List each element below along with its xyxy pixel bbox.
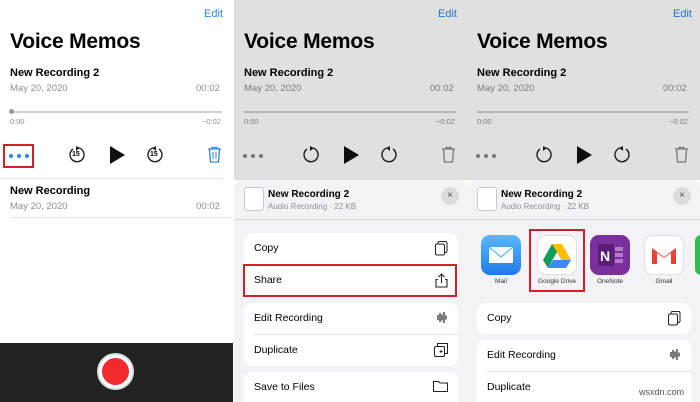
action-edit-recording[interactable]: Edit Recording	[477, 340, 691, 371]
skip-back-15-icon	[536, 146, 552, 163]
recording-name: New Recording 2	[477, 67, 567, 79]
recording-duration-2: 00:02	[196, 201, 220, 212]
panel-share-actions: Edit Voice Memos New Recording 2 May 20,…	[234, 0, 467, 402]
recording-duration: 00:02	[196, 83, 220, 94]
close-button[interactable]: ×	[673, 187, 691, 205]
panel-share-apps: Edit Voice Memos New Recording 2 May 20,…	[467, 0, 700, 402]
app-onenote[interactable]: N	[590, 235, 630, 275]
skip-back-15-icon	[303, 146, 319, 163]
action-save-to-files[interactable]: Save to Files	[244, 372, 458, 402]
action-copy[interactable]: Copy	[477, 303, 691, 334]
onenote-icon: N	[598, 244, 623, 266]
play-icon	[344, 146, 359, 164]
recording-duration: 00:02	[663, 83, 687, 94]
action-label: Save to Files	[254, 381, 315, 393]
edit-button[interactable]: Edit	[204, 8, 223, 20]
panel-recordings-list: Edit Voice Memos New Recording 2 May 20,…	[0, 0, 233, 402]
playback-scrubber	[477, 111, 689, 113]
action-edit-recording[interactable]: Edit Recording	[244, 303, 458, 334]
waveform-icon	[437, 312, 447, 323]
action-label: Duplicate	[487, 381, 531, 393]
more-options-icon	[243, 154, 263, 158]
audio-file-icon	[244, 187, 264, 211]
app-label-onenote: OneNote	[596, 278, 624, 285]
remaining-time: −0:02	[669, 117, 688, 126]
recording-name: New Recording 2	[244, 67, 334, 79]
scrubber-knob[interactable]	[9, 109, 14, 114]
edit-button[interactable]: Edit	[438, 8, 457, 20]
svg-text:N: N	[600, 248, 610, 264]
skip-forward-15-icon	[614, 146, 630, 163]
action-label: Copy	[254, 242, 279, 254]
skip-forward-label: 15	[150, 151, 158, 158]
close-button[interactable]: ×	[441, 187, 459, 205]
action-duplicate[interactable]: Duplicate	[244, 335, 458, 366]
audio-file-icon	[477, 187, 497, 211]
more-options-icon[interactable]	[8, 152, 30, 160]
recording-date-2: May 20, 2020	[10, 201, 68, 212]
divider	[10, 217, 233, 218]
gmail-icon	[652, 248, 676, 264]
play-icon	[577, 146, 592, 164]
page-title: Voice Memos	[10, 30, 141, 53]
skip-back-label: 15	[72, 151, 80, 158]
remaining-time: −0:02	[436, 117, 455, 126]
more-options-icon	[476, 154, 496, 158]
action-group-2: Edit Recording Duplicate	[244, 303, 458, 366]
app-label-mail: Mail	[495, 278, 507, 285]
recording-duration: 00:02	[430, 83, 454, 94]
play-icon[interactable]	[108, 145, 126, 165]
page-title: Voice Memos	[244, 30, 375, 53]
recording-date: May 20, 2020	[477, 83, 535, 94]
highlight-share	[243, 264, 457, 297]
waveform-icon	[670, 349, 680, 360]
action-label: Copy	[487, 312, 512, 324]
trash-icon	[675, 146, 688, 163]
action-label: Edit Recording	[254, 312, 323, 324]
remaining-time: −0:02	[202, 117, 221, 126]
divider	[234, 219, 467, 220]
app-mail[interactable]	[481, 235, 521, 275]
playback-scrubber	[244, 111, 456, 113]
folder-icon	[433, 381, 448, 392]
action-copy[interactable]: Copy	[244, 233, 458, 264]
duplicate-icon	[434, 343, 448, 357]
elapsed-time: 0:00	[477, 117, 492, 126]
mail-icon	[488, 246, 514, 263]
app-partial-next[interactable]	[695, 235, 700, 275]
recording-name-2[interactable]: New Recording	[10, 185, 90, 197]
recording-date: May 20, 2020	[244, 83, 302, 94]
record-button[interactable]	[97, 353, 134, 390]
record-dot-icon	[102, 358, 129, 385]
action-group-1: Copy	[477, 303, 691, 334]
divider	[0, 178, 223, 179]
share-file-name: New Recording 2	[268, 189, 350, 200]
share-file-sub: Audio Recording · 22 KB	[501, 202, 590, 211]
app-gmail[interactable]	[644, 235, 684, 275]
action-group-3: Save to Files	[244, 372, 458, 402]
trash-icon	[442, 146, 455, 163]
trash-icon[interactable]	[207, 146, 222, 163]
share-file-sub: Audio Recording · 22 KB	[268, 202, 357, 211]
page-title: Voice Memos	[477, 30, 608, 53]
divider	[467, 219, 700, 220]
copy-icon	[435, 241, 448, 256]
share-file-name: New Recording 2	[501, 189, 583, 200]
action-label: Duplicate	[254, 344, 298, 356]
recording-date: May 20, 2020	[10, 83, 68, 94]
highlight-google-drive	[529, 229, 585, 292]
action-label: Edit Recording	[487, 349, 556, 361]
app-label-gmail: Gmail	[655, 278, 673, 285]
copy-icon	[668, 311, 681, 326]
edit-button[interactable]: Edit	[673, 8, 692, 20]
elapsed-time: 0:00	[10, 117, 25, 126]
recording-name[interactable]: New Recording 2	[10, 67, 99, 79]
skip-forward-15-icon	[381, 146, 397, 163]
watermark: wsxdn.com	[639, 387, 685, 397]
playback-scrubber[interactable]	[10, 111, 222, 113]
elapsed-time: 0:00	[244, 117, 259, 126]
